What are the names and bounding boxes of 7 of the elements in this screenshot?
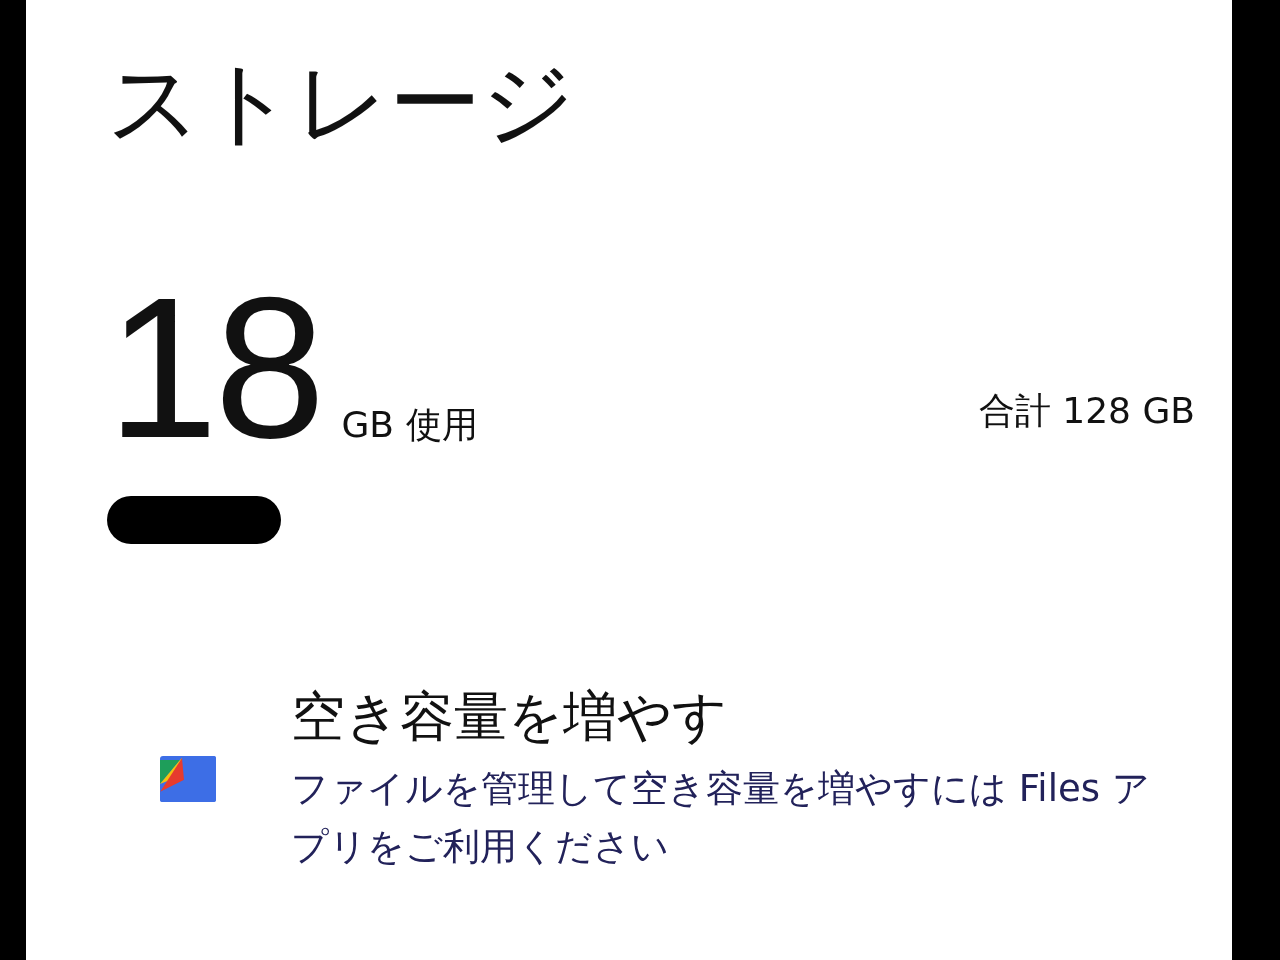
free-space-item[interactable]: 空き容量を増やす ファイルを管理して空き容量を増やすには Files アプリをご利用ください [83, 682, 1195, 876]
item-title: 空き容量を増やす [291, 684, 728, 750]
total-capacity: 合計 128 GB [978, 389, 1195, 433]
used-unit: GB 使用 [341, 403, 478, 447]
used-amount: 18 [107, 288, 322, 448]
item-description: ファイルを管理して空き容量を増やすには Files アプリをご利用ください [291, 766, 1151, 870]
page-title: ストレージ [107, 48, 576, 158]
